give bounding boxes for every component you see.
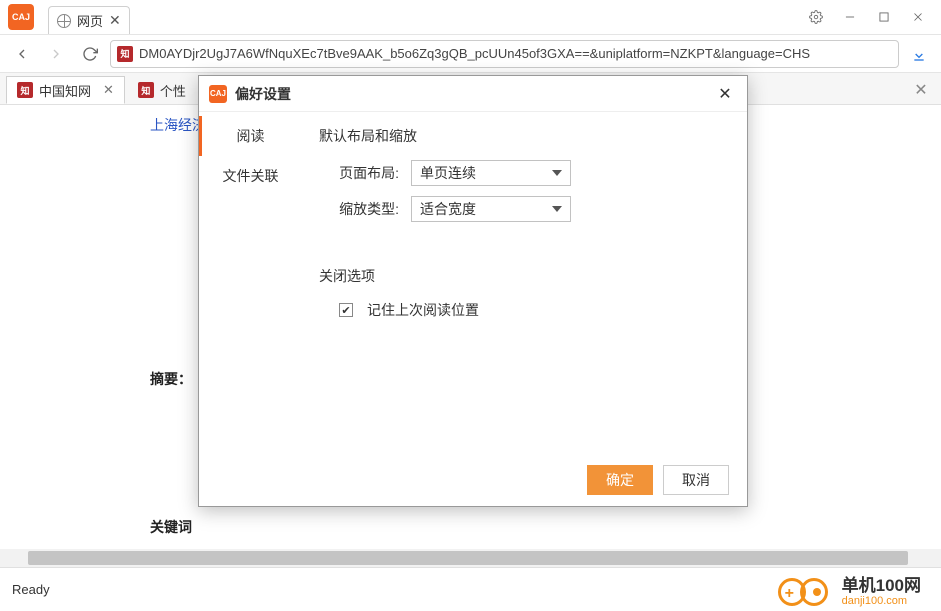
sidebar-item-reading[interactable]: 阅读 [199,116,299,156]
tab-cnki-home[interactable]: 知 中国知网 ✕ [6,76,125,104]
dialog-title: 偏好设置 [235,84,291,104]
section-layout-title: 默认布局和缩放 [319,126,727,146]
arrow-right-icon [48,46,64,62]
chevron-down-icon [552,206,562,212]
layout-label: 页面布局: [319,163,399,183]
layout-value: 单页连续 [420,163,476,183]
settings-button[interactable] [801,2,831,32]
status-text: Ready [12,582,50,597]
app-logo-icon: CAJ [209,85,227,103]
chevron-down-icon [552,170,562,176]
arrow-left-icon [14,46,30,62]
zoom-label: 缩放类型: [319,199,399,219]
remember-position-label: 记住上次阅读位置 [367,300,479,320]
section-close-title: 关闭选项 [319,266,727,286]
close-icon[interactable]: ✕ [109,12,121,29]
watermark-title: 单机100网 [842,577,921,596]
keywords-label: 关键词 [150,513,230,541]
reload-button[interactable] [76,40,104,68]
minimize-icon [843,10,857,24]
tab-label: 个性 [160,81,186,100]
remember-position-checkbox[interactable]: ✔ [339,303,353,317]
ok-button[interactable]: 确定 [587,465,653,495]
tab-label: 中国知网 [39,81,91,100]
gear-icon [809,10,823,24]
watermark: + 单机100网 danji100.com [778,575,921,609]
close-all-tabs-button[interactable]: ✕ [907,76,935,104]
maximize-icon [877,10,891,24]
site-favicon-icon: 知 [117,46,133,62]
url-input[interactable] [139,46,892,61]
dialog-main: 默认布局和缩放 页面布局: 单页连续 缩放类型: 适合宽度 关闭选项 ✔ [299,112,747,454]
download-button[interactable] [905,40,933,68]
watermark-url: danji100.com [842,595,921,607]
address-bar: 知 [0,35,941,73]
window-titlebar: CAJ 网页 ✕ [0,0,941,35]
sidebar-item-file-assoc[interactable]: 文件关联 [199,156,299,196]
reload-icon [82,46,98,62]
cancel-button[interactable]: 取消 [663,465,729,495]
preferences-dialog: CAJ 偏好设置 ✕ 阅读 文件关联 默认布局和缩放 页面布局: 单页连续 缩放… [198,75,748,507]
close-window-button[interactable] [903,2,933,32]
app-tab[interactable]: 网页 ✕ [48,6,130,34]
minimize-button[interactable] [835,2,865,32]
dialog-close-button[interactable]: ✕ [713,82,737,106]
tab-personal[interactable]: 知 个性 [127,76,197,104]
dialog-footer: 确定 取消 [199,454,747,506]
url-field[interactable]: 知 [110,40,899,68]
forward-button[interactable] [42,40,70,68]
dialog-titlebar: CAJ 偏好设置 ✕ [199,76,747,112]
zoom-select[interactable]: 适合宽度 [411,196,571,222]
close-icon [911,10,925,24]
maximize-button[interactable] [869,2,899,32]
horizontal-scrollbar[interactable] [0,549,941,567]
cnki-favicon-icon: 知 [138,82,154,98]
download-icon [911,46,927,62]
close-icon[interactable]: ✕ [103,82,114,98]
dialog-sidebar: 阅读 文件关联 [199,112,299,454]
app-tab-label: 网页 [77,11,103,30]
app-logo-icon: CAJ [8,4,34,30]
back-button[interactable] [8,40,36,68]
zoom-value: 适合宽度 [420,199,476,219]
layout-select[interactable]: 单页连续 [411,160,571,186]
cnki-favicon-icon: 知 [17,82,33,98]
scrollbar-thumb[interactable] [28,551,908,565]
globe-icon [57,14,71,28]
watermark-logo-icon: + [778,575,834,609]
